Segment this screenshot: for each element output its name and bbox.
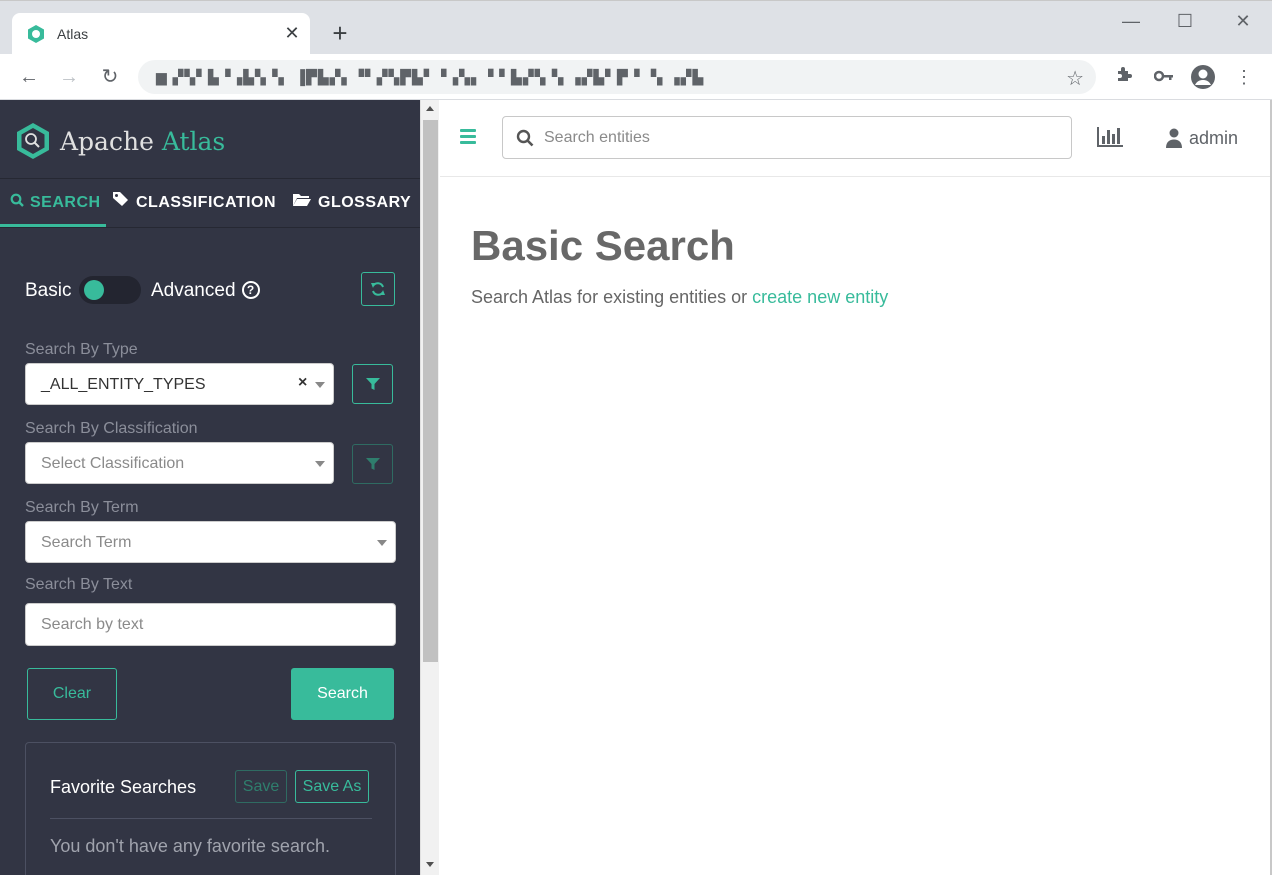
scroll-thumb[interactable] (423, 120, 438, 662)
reload-icon[interactable]: ↻ (97, 64, 123, 90)
user-name: admin (1189, 127, 1239, 148)
logo-text-atlas: Atlas (161, 126, 226, 156)
question-circle-icon[interactable]: ? (241, 281, 260, 299)
star-icon[interactable]: ☆ (1066, 66, 1084, 91)
search-icon (10, 179, 24, 227)
save-button[interactable]: Save (235, 770, 287, 803)
clear-type-icon[interactable]: × (298, 374, 307, 392)
new-tab-icon[interactable]: + (326, 19, 354, 47)
filter-icon (366, 458, 380, 470)
logo-text-apache: Apache (60, 126, 154, 156)
sidebar-tabs: SEARCH CLASSIFICATION GLOSSARY (0, 178, 420, 228)
filter-icon (366, 378, 380, 390)
minimize-icon[interactable]: — (1116, 9, 1146, 33)
window-close-icon[interactable]: ✕ (1228, 9, 1258, 33)
tags-icon (112, 179, 130, 227)
tab-title: Atlas (57, 26, 89, 42)
tab-glossary[interactable]: GLOSSARY (292, 179, 411, 227)
search-by-text-label: Search By Text (25, 576, 133, 593)
atlas-logo-icon (17, 123, 49, 159)
logo-text: Apache Atlas (60, 127, 225, 156)
sidebar-scrollbar[interactable] (420, 100, 439, 875)
search-by-type-select[interactable]: _ALL_ENTITY_TYPES × (25, 363, 334, 405)
classification-filter-button[interactable] (352, 444, 393, 484)
basic-label: Basic (25, 280, 72, 301)
search-by-classification-label: Search By Classification (25, 420, 198, 437)
selected-type: _ALL_ENTITY_TYPES (41, 376, 206, 393)
main-header: Search entities admin (440, 100, 1272, 177)
term-placeholder: Search Term (41, 534, 132, 551)
browser-toolbar: ← → ↻ ▆ ▞▚▘▙▝▗▙▚▝▖ ▐▛▙▞▖▝▘▞▚▛▙▘▝▗▚▖▝ ▘▙▞… (0, 54, 1272, 100)
back-icon[interactable]: ← (16, 64, 42, 90)
clear-button[interactable]: Clear (27, 668, 117, 720)
search-by-term-label: Search By Term (25, 499, 139, 516)
divider (50, 818, 372, 819)
classification-placeholder: Select Classification (41, 455, 185, 472)
address-bar[interactable]: ▆ ▞▚▘▙▝▗▙▚▝▖ ▐▛▙▞▖▝▘▞▚▛▙▘▝▗▚▖▝ ▘▙▞▚▝▖▗▞▙… (138, 60, 1096, 94)
search-icon (516, 129, 534, 147)
extensions-icon[interactable] (1111, 64, 1137, 90)
refresh-button[interactable] (361, 272, 395, 306)
advanced-label: Advanced? (151, 280, 260, 302)
search-mode-row: Basic Advanced? (25, 272, 395, 308)
atlas-logo[interactable]: Apache Atlas (16, 122, 225, 160)
profile-icon[interactable] (1190, 64, 1216, 90)
entity-search-input[interactable]: Search entities (502, 116, 1072, 159)
favorites-empty-message: You don't have any favorite search. (50, 836, 330, 856)
url-text: ▆ ▞▚▘▙▝▗▙▚▝▖ ▐▛▙▞▖▝▘▞▚▛▙▘▝▗▚▖▝ ▘▙▞▚▝▖▗▞▙… (156, 69, 705, 85)
chevron-down-icon (377, 540, 387, 546)
basic-advanced-toggle[interactable] (79, 276, 141, 304)
search-button[interactable]: Search (291, 668, 394, 720)
entity-search-placeholder: Search entities (544, 129, 650, 146)
tab-classification-label: CLASSIFICATION (136, 194, 277, 211)
browser-tab[interactable]: Atlas ✕ (12, 13, 310, 55)
tab-close-icon[interactable]: ✕ (282, 23, 302, 43)
save-as-button[interactable]: Save As (295, 770, 369, 803)
maximize-icon[interactable]: ☐ (1170, 9, 1200, 33)
search-by-classification-select[interactable]: Select Classification (25, 442, 334, 484)
key-icon[interactable] (1151, 64, 1177, 90)
page-subtitle-text: Search Atlas for existing entities or (471, 287, 748, 307)
scroll-up-icon[interactable] (426, 106, 434, 111)
chevron-down-icon (315, 461, 325, 467)
page-title: Basic Search (471, 222, 735, 269)
sidebar: Apache Atlas SEARCH CLASSIFICATION GLOSS… (0, 100, 420, 875)
user-menu[interactable]: admin (1165, 126, 1238, 150)
scroll-down-icon[interactable] (426, 862, 434, 867)
create-new-entity-link[interactable]: create new entity (752, 287, 888, 307)
search-by-text-input[interactable]: Search by text (25, 603, 396, 646)
search-by-type-label: Search By Type (25, 341, 138, 358)
type-filter-button[interactable] (352, 364, 393, 404)
bar-chart-icon[interactable] (1096, 126, 1124, 148)
tab-search-label: SEARCH (30, 194, 101, 211)
refresh-icon (371, 282, 385, 296)
menu-icon[interactable]: ⋮ (1231, 64, 1257, 90)
forward-icon[interactable]: → (56, 64, 82, 90)
advanced-label-text: Advanced (151, 280, 236, 301)
chevron-down-icon (315, 382, 325, 388)
atlas-favicon-icon (28, 25, 44, 43)
tab-glossary-label: GLOSSARY (318, 194, 412, 211)
hamburger-menu-icon[interactable] (460, 129, 476, 147)
folder-open-icon (292, 179, 312, 227)
toggle-knob (84, 280, 104, 300)
tab-classification[interactable]: CLASSIFICATION (112, 179, 276, 227)
favorite-searches-title: Favorite Searches (50, 777, 197, 797)
favorite-searches-panel: Favorite Searches Save Save As You don't… (25, 742, 396, 875)
tab-search[interactable]: SEARCH (0, 179, 106, 227)
user-icon (1166, 128, 1182, 148)
search-by-term-select[interactable]: Search Term (25, 521, 396, 563)
browser-tabstrip: Atlas ✕ + — ☐ ✕ (0, 0, 1272, 55)
page-subtitle: Search Atlas for existing entities or cr… (471, 287, 888, 308)
text-placeholder: Search by text (41, 616, 144, 633)
